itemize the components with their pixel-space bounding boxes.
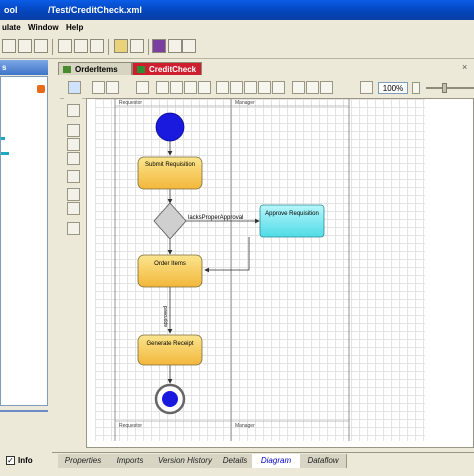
task-approve-requisition-label: Approve Requisition <box>265 211 319 217</box>
diagram-svg: lacksProperApproval approved Submit Requ… <box>114 99 350 441</box>
menu-item-window[interactable]: Window <box>28 23 59 32</box>
task-approve-requisition[interactable] <box>259 204 325 238</box>
tab-creditcheck[interactable]: CreditCheck <box>132 62 202 75</box>
toolbar-button-x[interactable] <box>168 39 182 53</box>
tab-dataflow[interactable]: Dataflow <box>300 454 347 468</box>
main-toolbar <box>0 36 474 59</box>
select-tool-button[interactable] <box>68 81 81 94</box>
route-button-1[interactable] <box>216 81 229 94</box>
edge-label-approved: approved <box>163 306 169 327</box>
explorer-tree[interactable] <box>0 76 48 406</box>
bottom-tabs: Properties Imports Version History Detai… <box>52 452 474 469</box>
layout-button-4[interactable] <box>198 81 211 94</box>
pause-button[interactable] <box>136 81 149 94</box>
tree-item-marker <box>1 152 9 155</box>
zoom-slider-track[interactable] <box>426 87 474 89</box>
toolbar-separator <box>108 39 109 55</box>
diagram-canvas[interactable]: Requestor Manager Requestor Manager lack… <box>86 98 474 448</box>
layout-button-3[interactable] <box>184 81 197 94</box>
tab-properties[interactable]: Properties <box>58 454 109 468</box>
grid-tool-button-2[interactable] <box>106 81 119 94</box>
tab-imports[interactable]: Imports <box>108 454 153 468</box>
palette-item-4[interactable] <box>67 170 80 183</box>
toolbar-separator <box>148 39 149 55</box>
folder-icon[interactable] <box>114 39 128 53</box>
toolbar-button-3[interactable] <box>34 39 48 53</box>
grid-tool-button[interactable] <box>92 81 105 94</box>
palette-item-1[interactable] <box>67 124 80 137</box>
trash-icon[interactable] <box>67 222 80 235</box>
process-icon <box>137 66 145 73</box>
process-icon <box>63 66 71 73</box>
align-button-2[interactable] <box>306 81 319 94</box>
left-panel-tab-label: s <box>2 63 7 72</box>
info-label: Info <box>18 456 33 465</box>
zoom-dropdown-button[interactable] <box>412 82 420 94</box>
book-icon[interactable] <box>152 39 166 53</box>
start-event-node[interactable] <box>155 112 185 142</box>
editor-tabs: OrderItems CreditCheck × <box>52 60 474 76</box>
tab-orderitems[interactable]: OrderItems <box>58 62 132 75</box>
left-panel: s ✓ Info <box>0 60 50 476</box>
toolbar-button-sim[interactable] <box>130 39 144 53</box>
palette-page-icon[interactable] <box>67 104 80 117</box>
toolbar-paste-button[interactable] <box>74 39 88 53</box>
tab-orderitems-label: OrderItems <box>75 65 118 74</box>
layout-button-2[interactable] <box>170 81 183 94</box>
tree-item-marker <box>1 137 5 140</box>
toolbar-save-button[interactable] <box>90 39 104 53</box>
properties-panel: ✓ Info <box>0 410 48 476</box>
route-button-4[interactable] <box>258 81 271 94</box>
toolbar-separator <box>52 39 53 55</box>
menu-item-simulate[interactable]: ulate <box>2 23 21 32</box>
task-order-items-label: Order Items <box>154 261 186 267</box>
title-bar: ool /Test/CreditCheck.xml <box>0 0 474 20</box>
menu-bar: ulate Window Help <box>0 20 474 36</box>
task-generate-receipt[interactable] <box>137 334 203 366</box>
edge-approve-order[interactable] <box>204 237 250 273</box>
diagram-palette <box>64 98 82 448</box>
zoom-field[interactable]: 100% <box>378 82 408 94</box>
task-generate-receipt-label: Generate Receipt <box>146 341 193 347</box>
tab-diagram[interactable]: Diagram <box>252 454 301 468</box>
task-submit-requisition-label: Submit Requisition <box>145 162 195 168</box>
decision-gateway-node[interactable] <box>153 202 187 240</box>
route-button-3[interactable] <box>244 81 257 94</box>
magnifier-icon[interactable] <box>360 81 373 94</box>
palette-item-3[interactable] <box>67 152 80 165</box>
fire-icon <box>37 85 45 93</box>
close-icon[interactable]: × <box>462 63 470 72</box>
align-button-3[interactable] <box>320 81 333 94</box>
toolbar-button-1[interactable] <box>2 39 16 53</box>
tab-details[interactable]: Details <box>218 454 253 468</box>
task-order-items[interactable] <box>137 254 203 288</box>
comment-icon[interactable] <box>182 39 196 53</box>
edge-label-lacks-approval: lacksProperApproval <box>188 215 243 221</box>
menu-item-help[interactable]: Help <box>66 23 83 32</box>
toolbar-copy-button[interactable] <box>58 39 72 53</box>
left-panel-tab[interactable]: s <box>0 60 48 75</box>
diagram-toolbar: 100% <box>60 78 474 99</box>
tab-version-history[interactable]: Version History <box>152 454 219 468</box>
toolbar-button-2[interactable] <box>18 39 32 53</box>
zoom-slider-thumb[interactable] <box>442 83 447 93</box>
route-button-2[interactable] <box>230 81 243 94</box>
move-up-icon[interactable] <box>67 188 80 201</box>
window-title-app: ool <box>4 5 18 15</box>
align-button-1[interactable] <box>292 81 305 94</box>
tab-creditcheck-label: CreditCheck <box>149 65 197 74</box>
window-title-path: /Test/CreditCheck.xml <box>48 5 142 15</box>
palette-item-2[interactable] <box>67 138 80 151</box>
layout-button-1[interactable] <box>156 81 169 94</box>
end-event-inner <box>162 391 178 407</box>
route-button-5[interactable] <box>272 81 285 94</box>
info-checkbox[interactable]: ✓ <box>6 456 15 465</box>
move-down-icon[interactable] <box>67 202 80 215</box>
